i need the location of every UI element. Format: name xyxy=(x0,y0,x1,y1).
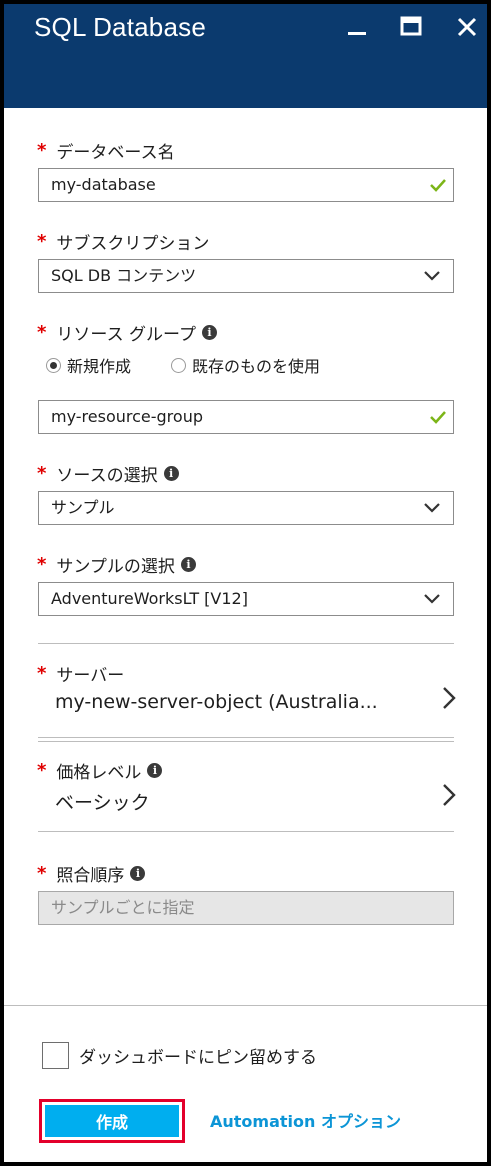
radio-create-new[interactable]: 新規作成 xyxy=(46,353,131,377)
radio-use-existing-label: 既存のものを使用 xyxy=(192,357,321,376)
resource-group-options: 新規作成 既存のものを使用 xyxy=(46,353,360,377)
pricing-value: ベーシック xyxy=(55,792,150,814)
chevron-down-icon xyxy=(424,503,440,513)
info-icon[interactable]: i xyxy=(147,763,163,778)
subscription-label-text: サブスクリプション xyxy=(56,234,210,254)
resource-group-input[interactable]: my-resource-group xyxy=(38,400,454,434)
blade-title: SQL Database xyxy=(34,12,206,42)
resource-group-label-text: リソース グループ xyxy=(56,325,196,345)
source-dropdown[interactable]: サンプル xyxy=(38,491,454,525)
db-name-label: * データベース名 xyxy=(37,138,175,163)
divider xyxy=(38,737,454,738)
pricing-tier-selector[interactable]: * 価格レベル i ベーシック xyxy=(37,758,457,846)
chevron-right-icon xyxy=(443,687,456,709)
server-value: my-new-server-object (Australia... xyxy=(55,691,378,713)
close-icon xyxy=(457,17,477,37)
source-label-text: ソースの選択 xyxy=(56,466,158,486)
info-icon[interactable]: i xyxy=(201,325,217,340)
sample-label: * サンプルの選択 i xyxy=(37,552,196,577)
minimize-icon xyxy=(348,32,366,35)
subscription-value: SQL DB コンテンツ xyxy=(51,266,197,285)
maximize-button[interactable] xyxy=(396,12,426,42)
create-button-highlight: 作成 xyxy=(39,1099,185,1143)
create-button[interactable]: 作成 xyxy=(45,1105,179,1137)
close-button[interactable] xyxy=(452,12,482,42)
blade-window: SQL Database * データベース名 my-database * サブス… xyxy=(0,0,491,1166)
pricing-label-text: 価格レベル xyxy=(56,763,142,783)
blade-header: SQL Database xyxy=(4,4,487,108)
required-marker: * xyxy=(37,863,47,884)
db-name-value: my-database xyxy=(51,175,156,194)
subscription-dropdown[interactable]: SQL DB コンテンツ xyxy=(38,259,454,293)
resource-group-value: my-resource-group xyxy=(51,407,203,426)
collation-label-text: 照合順序 xyxy=(56,866,125,886)
checkmark-icon xyxy=(430,411,446,424)
server-label-text: サーバー xyxy=(56,666,125,686)
collation-value: サンプルごとに指定 xyxy=(51,898,195,917)
checkmark-icon xyxy=(430,179,446,192)
divider xyxy=(38,741,454,742)
collation-label: * 照合順序 i xyxy=(37,861,146,886)
info-icon[interactable]: i xyxy=(163,466,179,481)
collation-input: サンプルごとに指定 xyxy=(38,891,454,925)
source-value: サンプル xyxy=(51,498,115,517)
sample-value: AdventureWorksLT [V12] xyxy=(51,589,248,608)
sample-dropdown[interactable]: AdventureWorksLT [V12] xyxy=(38,582,454,616)
pin-to-dashboard-label: ダッシュボードにピン留めする xyxy=(79,1048,317,1068)
server-label: * サーバー xyxy=(37,661,124,686)
required-marker: * xyxy=(37,463,47,484)
db-name-input[interactable]: my-database xyxy=(38,168,454,202)
resource-group-label: * リソース グループ i xyxy=(37,320,217,345)
radio-use-existing[interactable]: 既存のものを使用 xyxy=(171,353,320,377)
required-marker: * xyxy=(37,322,47,343)
server-selector[interactable]: * サーバー my-new-server-object (Australia..… xyxy=(37,661,457,749)
footer-divider xyxy=(4,1005,487,1006)
db-name-label-text: データベース名 xyxy=(56,143,175,163)
info-icon[interactable]: i xyxy=(180,557,196,572)
chevron-right-icon xyxy=(443,784,456,806)
radio-unselected-indicator xyxy=(171,357,187,373)
radio-selected-indicator xyxy=(46,357,61,373)
divider xyxy=(38,831,454,832)
minimize-button[interactable] xyxy=(342,12,372,42)
source-label: * ソースの選択 i xyxy=(37,461,179,486)
divider xyxy=(38,643,454,644)
maximize-icon xyxy=(400,16,422,36)
required-marker: * xyxy=(37,231,47,252)
pricing-label: * 価格レベル i xyxy=(37,758,163,783)
sample-label-text: サンプルの選択 xyxy=(56,557,175,577)
required-marker: * xyxy=(37,554,47,575)
automation-options-link[interactable]: Automation オプション xyxy=(210,1108,401,1132)
checkbox-box xyxy=(42,1042,69,1069)
required-marker: * xyxy=(37,663,47,684)
chevron-down-icon xyxy=(424,594,440,604)
info-icon[interactable]: i xyxy=(130,866,146,881)
required-marker: * xyxy=(37,140,47,161)
subscription-label: * サブスクリプション xyxy=(37,229,209,254)
radio-create-new-label: 新規作成 xyxy=(67,357,132,376)
pin-to-dashboard-checkbox[interactable]: ダッシュボードにピン留めする xyxy=(42,1042,317,1069)
chevron-down-icon xyxy=(424,271,440,281)
required-marker: * xyxy=(37,760,47,781)
